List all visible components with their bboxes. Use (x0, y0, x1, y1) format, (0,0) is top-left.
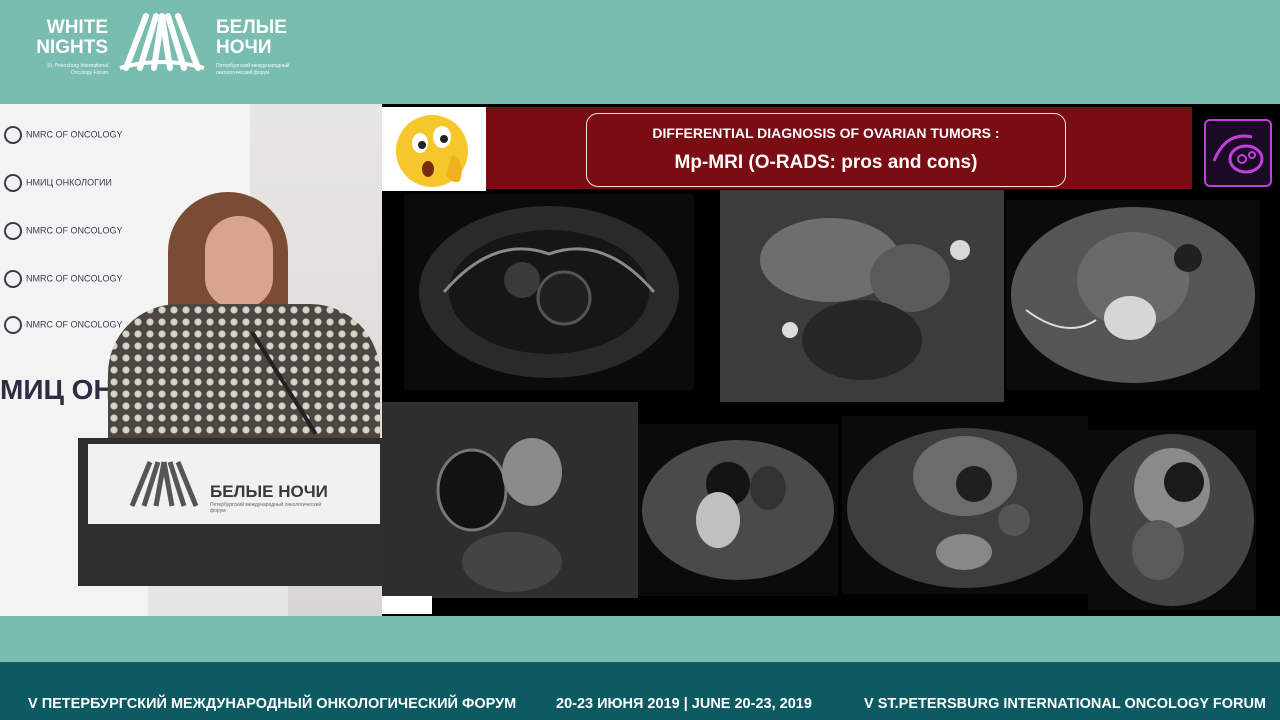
footer-bar: V ПЕТЕРБУРГСКИЙ МЕЖДУНАРОДНЫЙ ОНКОЛОГИЧЕ… (0, 662, 1280, 720)
logo-en-subtitle: St. Petersburg International Oncology Fo… (47, 63, 108, 76)
footer-left-text: V ПЕТЕРБУРГСКИЙ МЕЖДУНАРОДНЫЙ ОНКОЛОГИЧЕ… (28, 696, 517, 712)
mri-scan-6 (842, 416, 1088, 594)
banner-row: НМИЦ ОНКОЛОГИИ (4, 174, 112, 192)
speaker-face (205, 216, 273, 308)
header-bar: WHITE NIGHTS St. Petersburg Internationa… (0, 0, 1280, 104)
mri-scan-4 (382, 402, 638, 598)
logo-ru-subtitle: Петербургский международный онкологическ… (216, 63, 290, 76)
logo-text-ru: БЕЛЫЕ НОЧИ (216, 18, 287, 58)
mri-scan-5 (638, 424, 838, 596)
footer-right-text: V ST.PETERSBURG INTERNATIONAL ONCOLOGY F… (864, 696, 1266, 712)
confused-emoji-icon (382, 107, 486, 191)
lectern-emblem-icon (129, 461, 199, 507)
mri-scan-7 (1088, 430, 1256, 610)
slide-title-box: DIFFERENTIAL DIAGNOSIS OF OVARIAN TUMORS… (586, 113, 1066, 187)
mri-scan-1 (404, 194, 694, 390)
forum-emblem-icon (119, 13, 205, 71)
institution-logo-icon (382, 596, 432, 614)
lectern-base (148, 586, 288, 616)
lectern-subtitle: Петербургский международный онкологическ… (210, 502, 322, 514)
slide-title: DIFFERENTIAL DIAGNOSIS OF OVARIAN TUMORS… (652, 125, 1000, 141)
presentation-slide: DIFFERENTIAL DIAGNOSIS OF OVARIAN TUMORS… (382, 104, 1280, 616)
mri-scan-2 (720, 190, 1004, 402)
logo-ru-line1: БЕЛЫЕ (216, 17, 287, 38)
speaker-stage: NMRC OF ONCOLOGY НМИЦ ОНКОЛОГИИ NMRC OF … (0, 104, 382, 616)
logo-text-en: WHITE NIGHTS (28, 18, 108, 58)
banner-row: NMRC OF ONCOLOGY (4, 126, 123, 144)
ovary-illustration-icon (1204, 119, 1272, 187)
banner-row: NMRC OF ONCOLOGY (4, 270, 123, 288)
mri-scan-3 (1006, 200, 1260, 390)
slide-subtitle: Mp-MRI (O-RADS: pros and cons) (674, 152, 978, 173)
logo-en-line1: WHITE (46, 17, 108, 38)
video-frame: NMRC OF ONCOLOGY НМИЦ ОНКОЛОГИИ NMRC OF … (0, 104, 1280, 616)
banner-row: NMRC OF ONCOLOGY (4, 316, 123, 334)
logo-ru-line2: НОЧИ (216, 37, 272, 58)
footer-date-text: 20-23 ИЮНЯ 2019 | JUNE 20-23, 2019 (556, 696, 812, 712)
teal-strip (0, 616, 1280, 662)
banner-row: NMRC OF ONCOLOGY (4, 222, 123, 240)
white-nights-logo: WHITE NIGHTS St. Petersburg Internationa… (28, 8, 308, 78)
logo-en-line2: NIGHTS (36, 37, 108, 58)
lectern-title: БЕЛЫЕ НОЧИ (210, 482, 328, 501)
